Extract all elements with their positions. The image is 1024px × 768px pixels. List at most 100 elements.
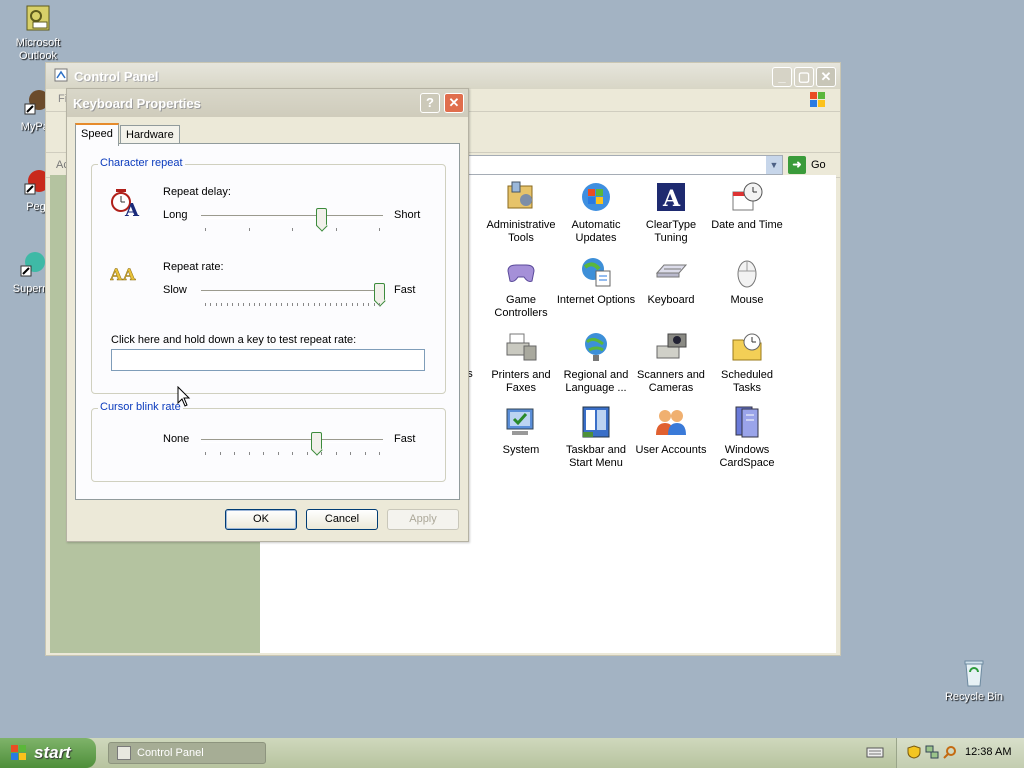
slider-track [201, 215, 383, 219]
minimize-button[interactable]: _ [772, 67, 792, 87]
clock[interactable]: 12:38 AM [965, 746, 1011, 758]
cp-item-taskbar-start-menu[interactable]: Taskbar and Start Menu [555, 405, 637, 470]
maximize-icon: ▢ [797, 69, 811, 84]
cp-item-user-accounts[interactable]: User Accounts [630, 405, 712, 457]
slider-thumb[interactable] [374, 283, 386, 301]
chevron-down-icon[interactable]: ▼ [766, 156, 782, 174]
cp-item-label: Mouse [730, 294, 764, 306]
svg-text:A: A [122, 265, 136, 284]
cp-item-administrative-tools[interactable]: Administrative Tools [480, 180, 562, 245]
close-icon: ✕ [820, 69, 832, 84]
tab-speed[interactable]: Speed [75, 123, 119, 146]
cp-item-date-and-time[interactable]: Date and Time [706, 180, 788, 232]
slider-tick [321, 452, 322, 455]
security-shield-icon[interactable] [907, 745, 921, 759]
cp-item-automatic-updates[interactable]: Automatic Updates [555, 180, 637, 245]
game-controllers-icon [504, 255, 538, 289]
repeat-rate-slider[interactable] [201, 283, 386, 306]
slider-tick [248, 228, 250, 231]
cp-item-regional-language[interactable]: Regional and Language ... [555, 330, 637, 395]
cursor-blink-slider[interactable] [201, 432, 383, 456]
control-panel-icon [117, 746, 131, 760]
cp-item-keyboard[interactable]: Keyboard [630, 255, 712, 307]
slider-ticks [201, 452, 383, 456]
slider-tick [306, 452, 308, 455]
go-button[interactable]: ➜ Go [788, 156, 826, 174]
cp-item-label: Date and Time [711, 219, 783, 231]
user-accounts-icon [654, 405, 688, 439]
slider-thumb[interactable] [316, 208, 328, 226]
repeat-rate-icon: AA [109, 262, 144, 285]
slider-tick [379, 452, 380, 455]
help-button[interactable]: ? [420, 93, 440, 113]
slider-tick [364, 452, 366, 455]
slider-tick [302, 303, 304, 306]
slider-tick [277, 452, 279, 455]
dialog-titlebar[interactable]: Keyboard Properties ? ✕ [67, 89, 468, 117]
cp-item-scanners-cameras[interactable]: Scanners and Cameras [630, 330, 712, 395]
cp-item-windows-cardspace[interactable]: Windows CardSpace [706, 405, 788, 470]
apply-button[interactable]: Apply [387, 509, 459, 530]
desktop-icon-recycle-bin[interactable]: Recycle Bin [936, 658, 1012, 704]
slider-tick [253, 303, 255, 306]
control-panel-titlebar[interactable]: Control Panel _ ▢ ✕ [46, 63, 840, 89]
test-repeat-input[interactable] [111, 349, 425, 371]
mouse-icon [730, 255, 764, 289]
slider-tick [237, 303, 239, 306]
cp-item-system[interactable]: System [480, 405, 562, 457]
regional-language-icon [579, 330, 613, 364]
desktop-icon-label: Recycle Bin [944, 691, 1004, 703]
keyboard-indicator-icon[interactable] [866, 746, 884, 759]
slider-tick [379, 228, 380, 231]
test-repeat-label: Click here and hold down a key to test r… [111, 334, 357, 346]
slider-track [201, 290, 383, 294]
network-icon[interactable] [925, 745, 939, 759]
slider-tick [357, 303, 359, 306]
mouse-cursor-icon [177, 385, 191, 408]
cp-item-internet-options[interactable]: Internet Options [555, 255, 637, 307]
search-icon[interactable] [943, 745, 957, 759]
administrative-tools-icon [504, 180, 538, 214]
repeat-delay-max-label: Short [394, 209, 421, 221]
slider-tick [270, 303, 272, 306]
dialog-close-button[interactable]: ✕ [444, 93, 464, 113]
desktop-icon-outlook[interactable]: Microsoft Outlook [0, 4, 76, 63]
slider-tick [259, 303, 261, 306]
slider-tick [243, 303, 245, 306]
scheduled-tasks-icon [730, 330, 764, 364]
keyboard-icon [654, 255, 688, 289]
windows-logo-icon [10, 744, 28, 762]
slider-tick [215, 303, 217, 306]
cp-item-cleartype-tuning[interactable]: A ClearType Tuning [630, 180, 712, 245]
start-button[interactable]: start [0, 738, 96, 768]
tab-hardware[interactable]: Hardware [120, 125, 180, 144]
cancel-button[interactable]: Cancel [306, 509, 378, 530]
scanners-cameras-icon [654, 330, 688, 364]
address-input[interactable]: ▼ [456, 155, 783, 175]
repeat-delay-label: Repeat delay: [163, 186, 231, 198]
svg-text:A: A [662, 186, 681, 212]
keyboard-properties-dialog: Keyboard Properties ? ✕ Speed Hardware C… [66, 88, 469, 542]
close-button[interactable]: ✕ [816, 67, 836, 87]
cleartype-icon: A [654, 180, 688, 214]
repeat-delay-slider[interactable] [201, 208, 383, 231]
slider-thumb[interactable] [310, 432, 322, 450]
slider-tick [362, 303, 364, 306]
taskbar-item-control-panel[interactable]: Control Panel [108, 742, 266, 764]
cp-item-label: Game Controllers [494, 294, 548, 319]
cp-item-label: Printers and Faxes [491, 369, 551, 394]
cp-item-printers-and-faxes[interactable]: Printers and Faxes [480, 330, 562, 395]
help-icon: ? [426, 95, 434, 110]
cp-item-mouse[interactable]: Mouse [706, 255, 788, 307]
slider-tick [313, 303, 315, 306]
slider-tick [286, 303, 288, 306]
cp-item-game-controllers[interactable]: Game Controllers [480, 255, 562, 320]
cp-item-scheduled-tasks[interactable]: Scheduled Tasks [706, 330, 788, 395]
system-icon [504, 405, 538, 439]
cp-item-label: ClearType Tuning [645, 219, 697, 244]
cp-item-label: Windows CardSpace [719, 444, 775, 469]
repeat-rate-label: Repeat rate: [163, 261, 224, 273]
ok-button[interactable]: OK [225, 509, 297, 530]
slider-tick [297, 303, 299, 306]
maximize-button[interactable]: ▢ [794, 67, 814, 87]
